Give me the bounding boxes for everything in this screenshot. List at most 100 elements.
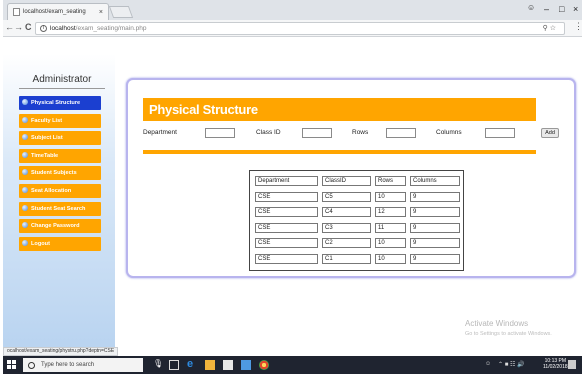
status-bar-url: ocalhost/exam_seating/phystru.php?deptn=… xyxy=(3,347,119,356)
file-explorer-icon[interactable] xyxy=(205,360,215,370)
table-cell[interactable]: CSE xyxy=(255,191,318,202)
clock-date: 11/02/2018 xyxy=(543,364,568,370)
notifications-icon[interactable] xyxy=(568,360,576,369)
address-bar[interactable]: i localhost/exam_seating/main.php ⚲☆ xyxy=(35,22,565,35)
sidebar-item-label: Physical Structure xyxy=(31,100,81,106)
windows-start-icon[interactable] xyxy=(7,360,17,370)
forward-button[interactable]: → xyxy=(14,22,23,32)
sidebar-item-label: Student Subjects xyxy=(31,170,77,177)
tab-strip: localhost/exam_seating × ☺ – □ × xyxy=(3,0,582,20)
sidebar: Administrator Physical Structure Faculty … xyxy=(3,54,115,354)
table-header-cell: ClassID xyxy=(322,176,371,186)
table-cell[interactable]: CSE xyxy=(255,253,318,264)
sidebar-item-subject-list[interactable]: Subject List xyxy=(19,131,101,146)
sidebar-item-label: Student Seat Search xyxy=(31,205,86,212)
activation-watermark-title: Activate Windows xyxy=(465,319,529,328)
sidebar-item-physical-structure[interactable]: Physical Structure xyxy=(19,96,101,110)
back-button[interactable]: ← xyxy=(5,22,14,32)
add-structure-form: Department Class ID Rows Columns Add xyxy=(143,128,563,140)
task-view-icon[interactable] xyxy=(169,360,179,370)
rows-field[interactable] xyxy=(386,128,416,138)
key-star-icons[interactable]: ⚲☆ xyxy=(543,24,558,32)
physical-structure-card: Physical Structure Department Class ID R… xyxy=(126,78,576,278)
sidebar-item-timetable[interactable]: TimeTable xyxy=(19,148,101,163)
close-window-button[interactable]: × xyxy=(573,4,578,14)
edge-icon[interactable]: e xyxy=(187,358,197,370)
table-cell: 9 xyxy=(410,191,460,202)
sidebar-item-label: Logout xyxy=(31,240,50,247)
info-icon[interactable]: i xyxy=(40,25,47,32)
taskbar-clock[interactable]: 10:13 PM 11/02/2018 xyxy=(543,358,568,370)
table-cell[interactable]: CSE xyxy=(255,207,318,217)
maximize-button[interactable]: □ xyxy=(559,4,564,14)
browser-tab[interactable]: localhost/exam_seating × xyxy=(7,3,109,20)
table-cell: C5 xyxy=(322,191,371,202)
store-icon[interactable] xyxy=(223,360,233,370)
activation-watermark-text: Go to Settings to activate Windows. xyxy=(465,331,552,337)
reload-button[interactable]: C xyxy=(25,22,32,32)
sidebar-title: Administrator xyxy=(32,74,92,85)
table-cell: 11 xyxy=(375,222,406,233)
sidebar-item-label: Seat Allocation xyxy=(31,187,72,194)
table-cell: 12 xyxy=(375,207,406,217)
bullet-icon xyxy=(22,239,28,246)
browser-window: localhost/exam_seating × ☺ – □ × ← → C i… xyxy=(3,0,582,374)
bullet-icon xyxy=(22,186,28,193)
minimize-button[interactable]: – xyxy=(544,4,549,14)
url-path: /exam_seating/main.php xyxy=(75,25,147,32)
page-content: Administrator Physical Structure Faculty … xyxy=(3,38,582,354)
orange-separator xyxy=(143,150,536,154)
taskbar-search[interactable]: Type here to search xyxy=(23,358,143,372)
people-icon[interactable]: ☺ xyxy=(485,361,491,367)
page-icon xyxy=(13,8,20,16)
table-cell: C1 xyxy=(322,253,371,264)
table-cell: C3 xyxy=(322,222,371,233)
windows-taskbar: Type here to search 🎙 e ☺ ⌃ ■ ☷ 🔊 10:13 … xyxy=(3,356,582,374)
sidebar-item-logout[interactable]: Logout xyxy=(19,236,101,251)
bullet-icon xyxy=(22,222,28,229)
microphone-icon[interactable]: 🎙 xyxy=(153,359,163,369)
new-tab-button[interactable] xyxy=(108,6,134,18)
table-cell: 9 xyxy=(410,238,460,248)
tab-close-icon[interactable]: × xyxy=(99,9,103,16)
sidebar-item-label: Change Password xyxy=(31,223,80,230)
department-label: Department xyxy=(143,129,177,136)
table-cell: 10 xyxy=(375,253,406,264)
search-placeholder: Type here to search xyxy=(41,362,95,368)
department-field[interactable] xyxy=(205,128,235,138)
table-cell: 9 xyxy=(410,207,460,217)
navigation-bar: ← → C i localhost/exam_seating/main.php … xyxy=(3,20,582,37)
bullet-icon xyxy=(22,134,28,141)
sidebar-item-label: Subject List xyxy=(31,135,63,142)
chrome-icon[interactable] xyxy=(259,360,269,370)
table-cell: C4 xyxy=(322,207,371,217)
sidebar-menu: Physical Structure Faculty List Subject Li… xyxy=(19,96,101,254)
tray-icons[interactable]: ⌃ ■ ☷ 🔊 xyxy=(498,361,525,368)
table-cell: 9 xyxy=(410,222,460,233)
columns-label: Columns xyxy=(436,129,462,136)
bullet-icon xyxy=(22,204,28,211)
sidebar-item-seat-allocation[interactable]: Seat Allocation xyxy=(19,183,101,198)
table-cell: C2 xyxy=(322,238,371,248)
table-header-cell: Department xyxy=(255,176,318,186)
table-cell: 10 xyxy=(375,191,406,202)
bullet-icon xyxy=(22,151,28,158)
table-cell[interactable]: CSE xyxy=(255,238,318,248)
mail-icon[interactable] xyxy=(241,360,251,370)
menu-icon[interactable]: ⋮ xyxy=(574,21,582,32)
sidebar-item-change-password[interactable]: Change Password xyxy=(19,219,101,234)
cortana-icon xyxy=(28,361,35,369)
rows-label: Rows xyxy=(352,129,369,136)
sidebar-item-student-subjects[interactable]: Student Subjects xyxy=(19,166,101,181)
bullet-icon xyxy=(22,99,28,105)
table-cell: 10 xyxy=(375,238,406,248)
page-title: Physical Structure xyxy=(143,98,536,121)
add-button[interactable]: Add xyxy=(541,128,559,138)
sidebar-item-faculty-list[interactable]: Faculty List xyxy=(19,113,101,128)
profile-icon[interactable]: ☺ xyxy=(527,3,535,12)
columns-field[interactable] xyxy=(485,128,515,138)
sidebar-item-student-seat-search[interactable]: Student Seat Search xyxy=(19,201,101,216)
divider xyxy=(19,88,105,89)
table-cell[interactable]: CSE xyxy=(255,222,318,233)
classid-field[interactable] xyxy=(302,128,332,138)
